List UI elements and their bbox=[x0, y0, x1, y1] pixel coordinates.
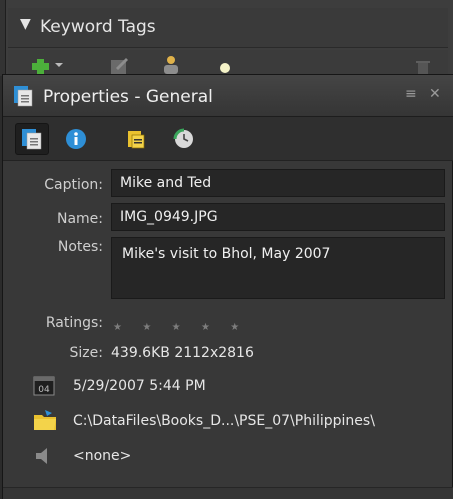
new-tag-icon[interactable] bbox=[214, 54, 236, 74]
rating-star-1[interactable]: ★ bbox=[113, 322, 122, 333]
rating-star-2[interactable]: ★ bbox=[142, 322, 151, 333]
close-icon[interactable]: ✕ bbox=[429, 86, 441, 102]
caption-field[interactable]: Mike and Ted bbox=[111, 169, 445, 197]
notes-label: Notes: bbox=[57, 239, 103, 255]
panel-left-strip bbox=[0, 0, 6, 76]
name-field[interactable]: IMG_0949.JPG bbox=[111, 203, 445, 231]
chevron-down-icon[interactable]: ▼ bbox=[20, 16, 31, 32]
history-tab-icon[interactable] bbox=[167, 123, 201, 155]
name-label: Name: bbox=[56, 211, 103, 227]
audio-value: <none> bbox=[73, 448, 132, 464]
rating-star-5[interactable]: ★ bbox=[230, 322, 239, 333]
rating-star-3[interactable]: ★ bbox=[172, 322, 181, 333]
general-tab-icon[interactable] bbox=[15, 123, 49, 155]
folder-icon[interactable] bbox=[33, 409, 57, 435]
properties-doc-icon bbox=[13, 85, 33, 107]
properties-bottom-edge bbox=[3, 487, 453, 499]
properties-title: Properties - General bbox=[43, 87, 213, 107]
trash-icon[interactable] bbox=[412, 54, 434, 74]
ratings-label: Ratings: bbox=[45, 315, 103, 331]
file-path-value[interactable]: C:\DataFiles\Books_D...\PSE_07\Philippin… bbox=[73, 413, 375, 429]
size-value: 439.6KB 2112x2816 bbox=[111, 345, 254, 361]
edit-keyword-icon[interactable] bbox=[108, 54, 130, 74]
ratings-stars[interactable]: ★ ★ ★ ★ ★ bbox=[113, 315, 239, 334]
properties-tabs bbox=[3, 117, 453, 161]
people-keyword-icon[interactable] bbox=[160, 54, 182, 74]
speaker-icon[interactable] bbox=[33, 446, 55, 470]
size-label: Size: bbox=[69, 345, 103, 361]
metadata-tab-icon[interactable] bbox=[59, 123, 93, 155]
notes-field[interactable]: Mike's visit to Bhol, May 2007 bbox=[111, 237, 445, 299]
panel-menu-icon[interactable]: ≡ bbox=[405, 86, 417, 102]
svg-text:04: 04 bbox=[38, 385, 50, 395]
rating-star-4[interactable]: ★ bbox=[201, 322, 210, 333]
calendar-icon: 04 bbox=[33, 375, 55, 401]
keywords-tab-icon[interactable] bbox=[119, 123, 153, 155]
add-keyword-icon[interactable] bbox=[30, 54, 52, 75]
date-value: 5/29/2007 5:44 PM bbox=[73, 378, 206, 394]
keyword-tags-title: Keyword Tags bbox=[40, 17, 156, 37]
properties-window: Properties - General ≡ ✕ Caption: Mike a… bbox=[2, 74, 453, 499]
add-dropdown-icon[interactable] bbox=[54, 54, 64, 74]
caption-label: Caption: bbox=[44, 177, 103, 193]
